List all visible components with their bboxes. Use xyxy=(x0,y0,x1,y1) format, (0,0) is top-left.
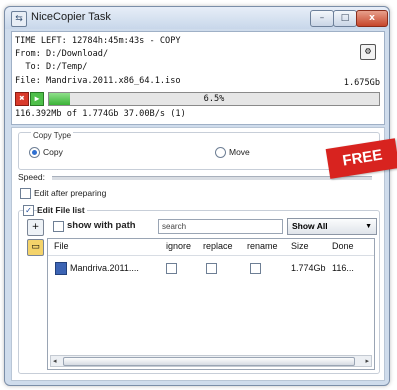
file-list-table: File ignore replace rename Size Done Man… xyxy=(47,238,375,370)
column-file[interactable]: File xyxy=(54,241,69,251)
edit-file-list-label[interactable]: Edit File list xyxy=(37,205,87,215)
minimize-button[interactable]: – xyxy=(310,10,334,27)
show-with-path-checkbox[interactable] xyxy=(53,221,64,232)
folder-icon[interactable]: ▭ xyxy=(27,239,44,256)
app-icon: ⇆ xyxy=(11,11,27,27)
column-size[interactable]: Size xyxy=(291,241,309,251)
move-radio[interactable] xyxy=(215,147,226,158)
add-file-icon[interactable]: + xyxy=(27,219,44,236)
filter-select-value: Show All xyxy=(292,221,328,231)
chevron-down-icon: ▼ xyxy=(365,223,372,230)
copy-radio[interactable] xyxy=(29,147,40,158)
column-ignore[interactable]: ignore xyxy=(166,241,191,251)
maximize-button[interactable]: □ xyxy=(333,10,357,27)
row-size: 1.774Gb xyxy=(291,263,326,273)
move-radio-label[interactable]: Move xyxy=(229,147,250,157)
row-file-name[interactable]: Mandriva.2011.... xyxy=(70,263,139,273)
scroll-left-icon[interactable]: ◂ xyxy=(53,356,57,366)
edit-after-preparing-checkbox[interactable] xyxy=(20,188,31,199)
column-done[interactable]: Done xyxy=(332,241,354,251)
horizontal-scrollbar[interactable]: ◂ ▸ xyxy=(50,355,372,367)
progress-bar: 6.5% xyxy=(48,92,380,106)
search-input[interactable]: search xyxy=(158,219,283,234)
play-icon[interactable]: ▶ xyxy=(30,92,44,106)
scroll-right-icon[interactable]: ▸ xyxy=(365,356,369,366)
row-replace-checkbox[interactable] xyxy=(206,263,217,274)
title-bar[interactable]: ⇆ NiceCopier Task – □ x xyxy=(5,7,389,29)
show-with-path-label[interactable]: show with path xyxy=(67,220,136,231)
speed-slider[interactable] xyxy=(52,176,372,180)
close-button[interactable]: x xyxy=(356,10,388,27)
cancel-icon[interactable]: ✖ xyxy=(15,92,29,106)
file-icon xyxy=(55,262,67,275)
progress-percent: 6.5% xyxy=(203,94,225,104)
column-replace[interactable]: replace xyxy=(203,241,233,251)
from-path-text: From: D:/Download/ xyxy=(15,49,109,59)
scrollbar-thumb[interactable] xyxy=(63,357,355,366)
time-left-text: TIME LEFT: 12784h:45m:43s - COPY xyxy=(15,36,181,46)
transfer-controls: ✖ ▶ xyxy=(15,92,45,106)
table-header: File ignore replace rename Size Done xyxy=(48,239,374,256)
edit-file-list-group: ✓ Edit File list + ▭ show with path sear… xyxy=(18,205,380,374)
row-ignore-checkbox[interactable] xyxy=(166,263,177,274)
row-done: 116... xyxy=(332,263,354,273)
file-size-text: 1.675Gb xyxy=(343,78,380,88)
column-rename[interactable]: rename xyxy=(247,241,278,251)
to-path-text: To: D:/Temp/ xyxy=(15,62,88,72)
copy-radio-label[interactable]: Copy xyxy=(43,147,63,157)
filter-select[interactable]: Show All ▼ xyxy=(287,218,377,235)
row-rename-checkbox[interactable] xyxy=(250,263,261,274)
nicecopier-window: ⇆ NiceCopier Task – □ x TIME LEFT: 12784… xyxy=(4,6,390,386)
transfer-info-panel: TIME LEFT: 12784h:45m:43s - COPY From: D… xyxy=(11,31,385,125)
copy-type-legend: Copy Type xyxy=(31,131,74,140)
window-title: NiceCopier Task xyxy=(31,11,111,23)
edit-file-list-checkbox[interactable]: ✓ xyxy=(23,205,34,216)
settings-icon[interactable]: ⚙ xyxy=(360,44,376,60)
speed-label: Speed: xyxy=(18,172,45,182)
transfer-stats-text: 116.392Mb of 1.774Gb 37.00B/s (1) xyxy=(15,109,186,119)
edit-after-preparing-label[interactable]: Edit after preparing xyxy=(34,188,106,198)
current-file-text: File: Mandriva.2011.x86_64.1.iso xyxy=(15,76,181,86)
